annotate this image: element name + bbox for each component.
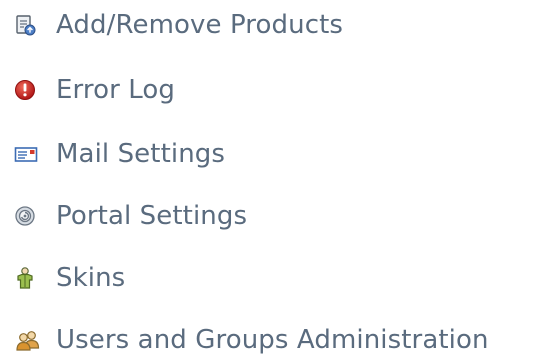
menu-item-users-and-groups-administration[interactable]: Users and Groups Administration — [14, 320, 489, 360]
menu-item-portal-settings[interactable]: Portal Settings — [14, 196, 247, 236]
error-icon — [14, 75, 44, 105]
menu-item-label: Skins — [56, 263, 126, 293]
mail-icon — [14, 139, 44, 169]
menu-item-label: Users and Groups Administration — [56, 325, 489, 355]
menu-item-skins[interactable]: Skins — [14, 258, 125, 298]
menu-item-label: Mail Settings — [56, 139, 226, 169]
menu-item-label: Error Log — [56, 75, 175, 105]
portal-settings-icon — [14, 201, 44, 231]
menu-item-label: Add/Remove Products — [56, 10, 344, 40]
skins-icon — [14, 263, 44, 293]
admin-menu: Add/Remove Products Error Log Mail Setti… — [0, 0, 541, 360]
menu-item-add-remove-products[interactable]: Add/Remove Products — [14, 5, 343, 45]
menu-item-label: Portal Settings — [56, 201, 248, 231]
menu-item-error-log[interactable]: Error Log — [14, 70, 175, 110]
users-groups-icon — [14, 325, 44, 355]
menu-item-mail-settings[interactable]: Mail Settings — [14, 134, 225, 174]
add-remove-products-icon — [14, 10, 44, 40]
